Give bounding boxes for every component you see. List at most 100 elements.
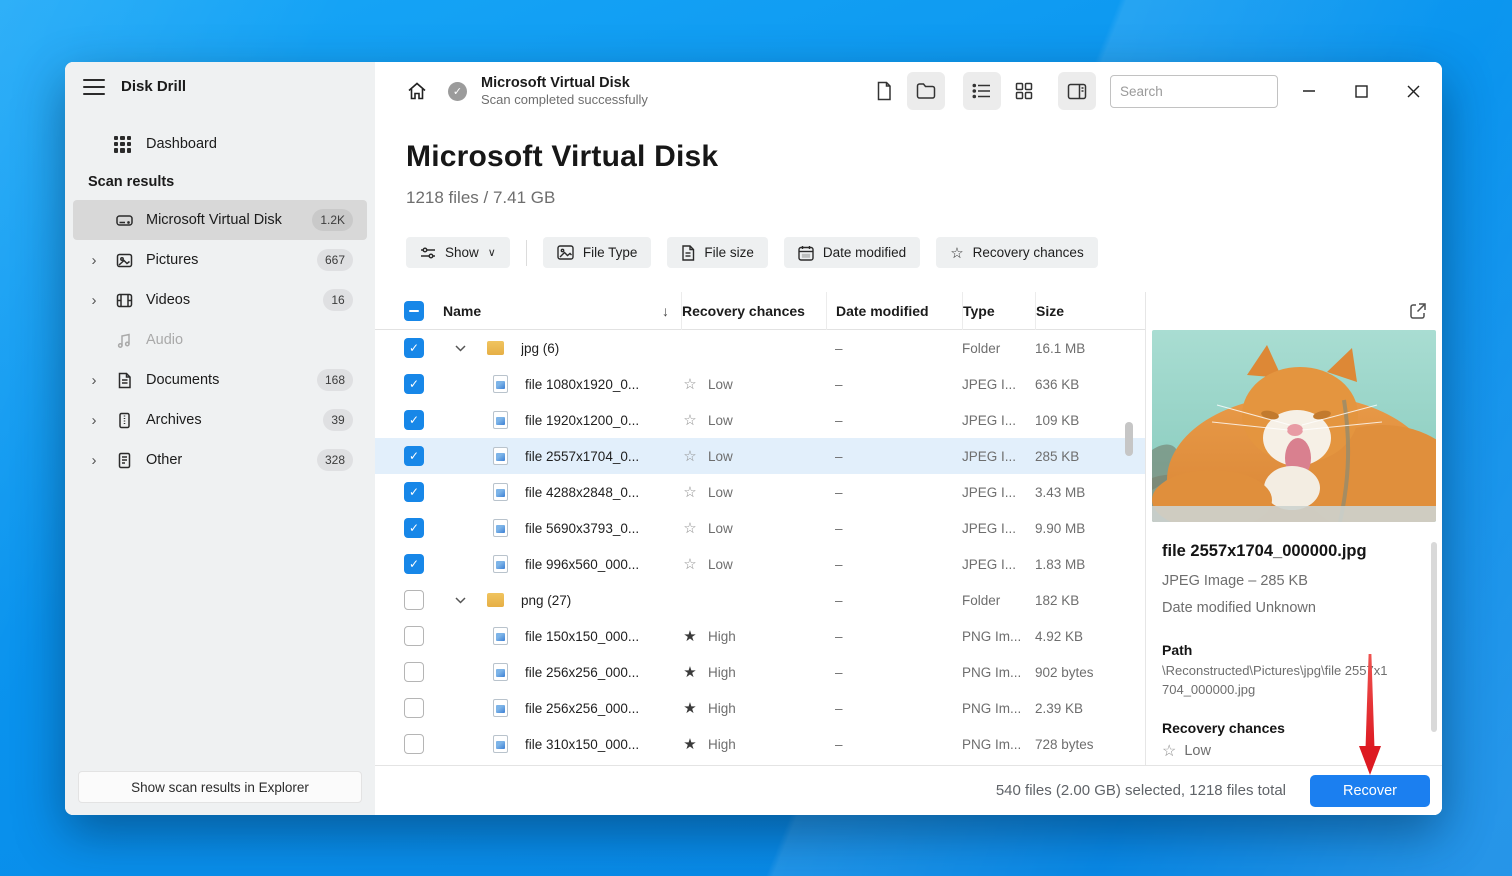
table-row[interactable]: file 1920x1200_0... ☆ Low – JPEG I... 10… [375, 402, 1145, 438]
tree-expand-chevron-icon[interactable] [455, 345, 469, 352]
recovery-chances-filter-button[interactable]: ☆ Recovery chances [936, 237, 1098, 268]
table-row[interactable]: file 4288x2848_0... ☆ Low – JPEG I... 3.… [375, 474, 1145, 510]
recovery-chance-value: Low [708, 377, 733, 392]
sidebar-item-documents[interactable]: › Documents 168 [73, 360, 367, 400]
sidebar-item-videos[interactable]: › Videos 16 [73, 280, 367, 320]
close-button[interactable] [1398, 76, 1428, 106]
list-view-icon[interactable] [963, 72, 1001, 110]
recovery-star-icon: ☆ [681, 555, 699, 573]
open-preview-external-icon[interactable] [1408, 301, 1428, 321]
bottom-bar: 540 files (2.00 GB) selected, 1218 files… [375, 765, 1442, 815]
file-type-value: Folder [962, 341, 1035, 356]
row-checkbox[interactable] [404, 626, 424, 646]
date-modified-value: – [826, 557, 962, 572]
file-type-value: JPEG I... [962, 521, 1035, 536]
file-list-scrollbar[interactable] [1125, 422, 1133, 456]
sidebar-item-archives[interactable]: › Archives 39 [73, 400, 367, 440]
table-row[interactable]: file 150x150_000... ★ High – PNG Im... 4… [375, 618, 1145, 654]
show-filter-button[interactable]: Show ∨ [406, 237, 510, 268]
file-table-header: Name ↓ Recovery chances Date modified Ty… [375, 292, 1145, 330]
preview-scrollbar[interactable] [1431, 542, 1437, 732]
table-row[interactable]: file 1080x1920_0... ☆ Low – JPEG I... 63… [375, 366, 1145, 402]
recovery-chance-value: Low [708, 557, 733, 572]
file-size-value: 636 KB [1035, 377, 1145, 392]
row-checkbox[interactable] [404, 662, 424, 682]
sort-descending-icon[interactable]: ↓ [662, 303, 669, 319]
row-checkbox[interactable] [404, 734, 424, 754]
new-file-icon[interactable] [865, 72, 903, 110]
table-row[interactable]: jpg (6) – Folder 16.1 MB [375, 330, 1145, 366]
maximize-button[interactable] [1346, 76, 1376, 106]
file-name: png (27) [521, 593, 571, 608]
show-scan-results-in-explorer-button[interactable]: Show scan results in Explorer [78, 771, 362, 803]
chevron-right-icon[interactable]: › [89, 292, 99, 309]
hamburger-menu-icon[interactable] [83, 79, 105, 95]
folder-view-icon[interactable] [907, 72, 945, 110]
row-checkbox[interactable] [404, 698, 424, 718]
image-file-icon [493, 627, 508, 645]
row-checkbox[interactable] [404, 446, 424, 466]
row-checkbox[interactable] [404, 518, 424, 538]
minimize-button[interactable] [1294, 76, 1324, 106]
image-file-icon [493, 375, 508, 393]
chevron-right-icon[interactable]: › [89, 452, 99, 469]
date-modified-value: – [826, 341, 962, 356]
sidebar-item-label: Documents [146, 372, 317, 388]
grid-view-icon[interactable] [1005, 72, 1043, 110]
sidebar-item-label: Other [146, 452, 317, 468]
select-all-checkbox[interactable] [404, 301, 424, 321]
recovery-star-icon: ★ [681, 699, 699, 717]
chevron-right-icon[interactable]: › [89, 372, 99, 389]
search-box [1110, 75, 1278, 108]
file-type-value: JPEG I... [962, 413, 1035, 428]
row-checkbox[interactable] [404, 590, 424, 610]
file-name: file 996x560_000... [525, 557, 639, 572]
image-file-icon [493, 699, 508, 717]
sidebar-item-label: Audio [146, 332, 367, 348]
row-checkbox[interactable] [404, 338, 424, 358]
file-type-filter-button[interactable]: File Type [543, 237, 652, 268]
archives-icon [114, 410, 134, 430]
date-modified-value: – [826, 485, 962, 500]
other-files-icon [114, 450, 134, 470]
file-size-filter-button[interactable]: File size [667, 237, 768, 268]
search-input[interactable] [1120, 84, 1297, 99]
table-row[interactable]: file 256x256_000... ★ High – PNG Im... 2… [375, 690, 1145, 726]
row-checkbox[interactable] [404, 482, 424, 502]
sidebar-item-dashboard[interactable]: Dashboard [73, 126, 367, 162]
sidebar-item-microsoft-virtual-disk[interactable]: Microsoft Virtual Disk 1.2K [73, 200, 367, 240]
sidebar-item-other[interactable]: › Other 328 [73, 440, 367, 480]
recovery-chance-value: Low [708, 485, 733, 500]
recover-button[interactable]: Recover [1310, 775, 1430, 807]
date-modified-value: – [826, 377, 962, 392]
table-row[interactable]: file 996x560_000... ☆ Low – JPEG I... 1.… [375, 546, 1145, 582]
recovery-star-icon: ☆ [681, 483, 699, 501]
row-checkbox[interactable] [404, 410, 424, 430]
date-modified-filter-button[interactable]: Date modified [784, 237, 920, 268]
file-name: file 1920x1200_0... [525, 413, 639, 428]
count-badge: 168 [317, 369, 353, 391]
home-icon[interactable] [406, 80, 428, 102]
table-row[interactable]: png (27) – Folder 182 KB [375, 582, 1145, 618]
file-icon [681, 245, 695, 261]
preview-panel-toggle-icon[interactable] [1058, 72, 1096, 110]
tree-expand-chevron-icon[interactable] [455, 597, 469, 604]
column-header-date-modified[interactable]: Date modified [826, 292, 962, 330]
preview-image-cat[interactable] [1152, 330, 1436, 522]
row-checkbox[interactable] [404, 554, 424, 574]
file-type-value: JPEG I... [962, 377, 1035, 392]
column-header-size[interactable]: Size [1035, 292, 1145, 330]
sidebar-item-pictures[interactable]: › Pictures 667 [73, 240, 367, 280]
row-checkbox[interactable] [404, 374, 424, 394]
column-header-type[interactable]: Type [962, 292, 1035, 330]
filter-bar: Show ∨ File Type File size Date modified [406, 237, 1114, 268]
chevron-right-icon[interactable]: › [89, 252, 99, 269]
table-row[interactable]: file 256x256_000... ★ High – PNG Im... 9… [375, 654, 1145, 690]
column-header-recovery-chances[interactable]: Recovery chances [682, 303, 805, 319]
chevron-right-icon[interactable]: › [89, 412, 99, 429]
table-row[interactable]: file 310x150_000... ★ High – PNG Im... 7… [375, 726, 1145, 762]
table-row[interactable]: file 5690x3793_0... ☆ Low – JPEG I... 9.… [375, 510, 1145, 546]
table-row[interactable]: file 2557x1704_0... ☆ Low – JPEG I... 28… [375, 438, 1145, 474]
column-header-name[interactable]: Name [443, 303, 481, 319]
file-type-value: JPEG I... [962, 557, 1035, 572]
